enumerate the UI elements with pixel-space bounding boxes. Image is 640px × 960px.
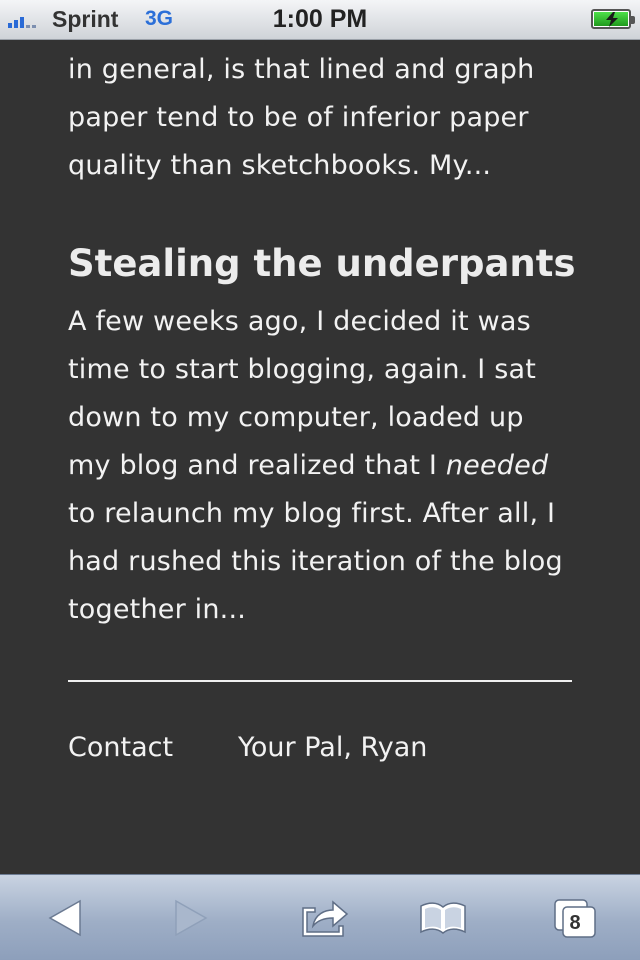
footer-divider (68, 680, 572, 682)
post-excerpt-previous: in general, is that lined and graph pape… (68, 54, 535, 181)
post-excerpt: A few weeks ago, I decided it was time t… (68, 298, 573, 634)
bookmarks-button[interactable] (398, 875, 488, 960)
tabs-count-badge: 8 (569, 912, 581, 934)
share-icon (302, 900, 349, 937)
status-bar: Sprint 3G 1:00 PM (0, 0, 640, 40)
status-time: 1:00 PM (272, 5, 368, 33)
browser-toolbar (0, 874, 640, 960)
forward-button[interactable] (146, 875, 236, 960)
post-excerpt-text-end: to relaunch my blog first. After all, I … (68, 498, 563, 625)
share-button[interactable] (280, 875, 370, 960)
forward-arrow-icon (175, 899, 208, 937)
contact-link[interactable]: Contact (68, 732, 173, 763)
bookmarks-icon (420, 902, 466, 934)
back-arrow-icon (48, 899, 81, 937)
battery-charging-icon (591, 9, 635, 29)
post-title[interactable]: Stealing the underpants (68, 242, 576, 285)
post-excerpt-emphasis: needed (445, 450, 549, 481)
back-button[interactable] (20, 875, 110, 960)
signature-text: Your Pal, Ryan (238, 732, 428, 763)
